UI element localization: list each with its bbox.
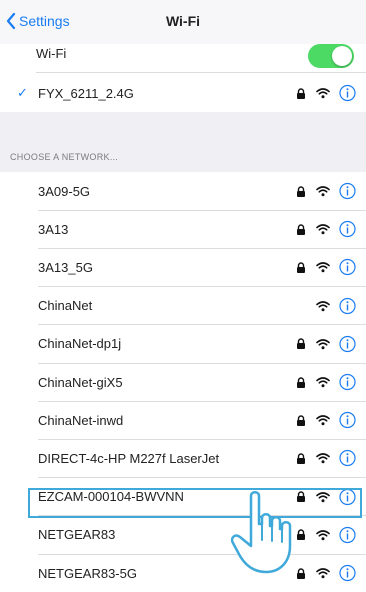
connected-network-name: FYX_6211_2.4G (38, 85, 134, 101)
network-status-icons (295, 373, 356, 391)
network-row[interactable]: 3A09-5G (0, 172, 366, 210)
selection-highlight (28, 488, 362, 518)
network-name: ChinaNet-giX5 (38, 374, 123, 390)
network-status-icons (316, 297, 356, 314)
network-status-icons (295, 259, 356, 276)
wifi-toggle-row: Wi-Fi (0, 44, 366, 72)
connected-network-row[interactable]: ✓ FYX_6211_2.4G (0, 76, 366, 110)
info-icon[interactable] (339, 182, 356, 200)
info-icon[interactable] (339, 412, 356, 429)
lock-icon (297, 185, 305, 197)
wifi-signal-icon (316, 530, 330, 540)
navigation-bar: Settings Wi-Fi (0, 0, 366, 44)
wifi-signal-icon (316, 377, 330, 388)
info-icon[interactable] (339, 297, 356, 314)
network-name: 3A09-5G (38, 183, 91, 199)
lock-icon (297, 376, 305, 388)
network-name: NETGEAR83 (38, 527, 116, 543)
network-status-icons (295, 335, 356, 352)
lock-icon (297, 338, 305, 350)
pointing-hand-icon (230, 491, 292, 574)
lock-icon (297, 224, 305, 235)
wifi-signal-icon (316, 88, 330, 99)
wifi-signal-icon (316, 186, 330, 197)
info-icon[interactable] (339, 221, 356, 238)
network-name: ChinaNet-dp1j (38, 336, 122, 352)
network-name: ChinaNet (38, 298, 93, 314)
network-name: 3A13_5G (38, 259, 93, 275)
network-row[interactable]: DIRECT-4c-HP M227f LaserJet (0, 439, 366, 477)
network-status-icons (295, 526, 356, 543)
wifi-signal-icon (316, 339, 330, 349)
network-name: 3A13 (38, 221, 69, 237)
network-row[interactable]: ChinaNet-inwd (0, 401, 366, 439)
lock-icon (297, 453, 305, 464)
network-row[interactable]: NETGEAR83 (0, 516, 366, 554)
wifi-toggle-label: Wi-Fi (36, 46, 67, 61)
network-row[interactable]: NETGEAR83-5G (0, 554, 366, 592)
network-status-icons (295, 182, 356, 200)
wifi-toggle-switch[interactable] (308, 44, 354, 68)
wifi-signal-icon (316, 300, 330, 311)
info-icon[interactable] (339, 564, 356, 582)
network-status-icons (295, 450, 356, 467)
network-row[interactable]: ChinaNet-giX5 (0, 363, 366, 401)
info-icon[interactable] (339, 335, 356, 352)
info-icon[interactable] (339, 373, 356, 391)
network-row[interactable]: 3A13 (0, 210, 366, 248)
toggle-knob (332, 46, 352, 66)
wifi-signal-icon (316, 224, 330, 235)
network-status-icons (295, 412, 356, 429)
lock-icon (297, 87, 305, 99)
network-name: ChinaNet-inwd (38, 412, 124, 428)
network-status-icons (295, 84, 356, 102)
network-row[interactable]: ChinaNet-dp1j (0, 325, 366, 363)
wifi-signal-icon (316, 415, 330, 426)
network-name: DIRECT-4c-HP M227f LaserJet (38, 450, 220, 466)
info-icon[interactable] (339, 84, 356, 102)
network-status-icons (295, 564, 356, 582)
info-icon[interactable] (339, 526, 356, 543)
network-status-icons (295, 221, 356, 238)
checkmark-icon: ✓ (17, 85, 28, 100)
wifi-signal-icon (316, 262, 330, 273)
lock-icon (297, 262, 305, 273)
wifi-signal-icon (316, 453, 330, 464)
section-header-label: CHOOSE A NETWORK... (10, 152, 119, 162)
page-title: Wi-Fi (165, 13, 201, 29)
divider (36, 72, 366, 73)
section-header: CHOOSE A NETWORK... (0, 112, 366, 172)
network-row[interactable]: 3A13_5G (0, 248, 366, 286)
network-row[interactable]: ChinaNet (0, 287, 366, 325)
lock-icon (297, 415, 305, 426)
info-icon[interactable] (339, 450, 356, 467)
info-icon[interactable] (339, 259, 356, 276)
network-name: NETGEAR83-5G (38, 565, 137, 581)
wifi-signal-icon (316, 568, 330, 579)
